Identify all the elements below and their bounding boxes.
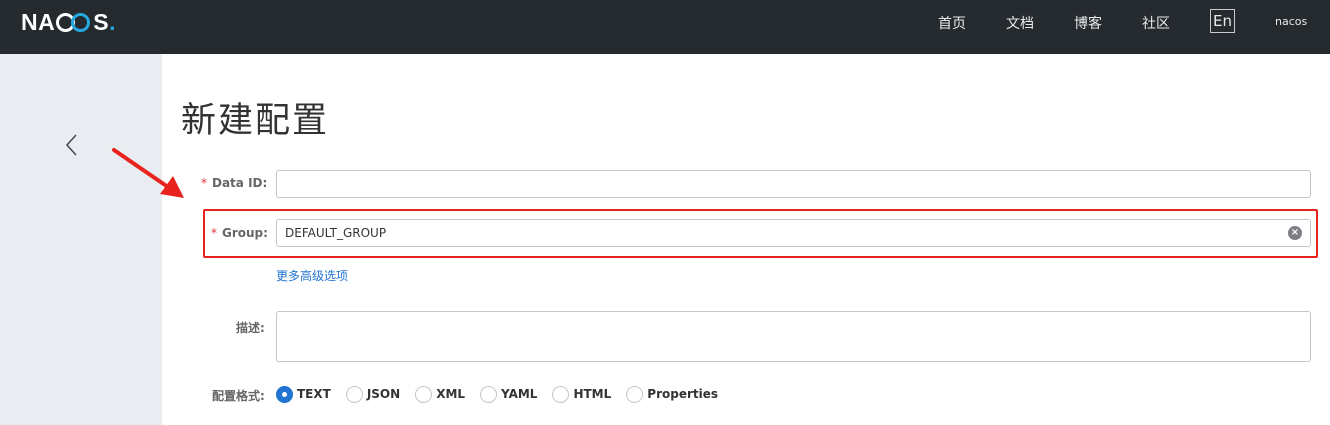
radio-unchecked-icon[interactable] — [415, 385, 433, 403]
data-id-input[interactable] — [276, 170, 1311, 198]
nav-home[interactable]: 首页 — [938, 13, 966, 33]
radio-unchecked-icon[interactable] — [626, 385, 644, 403]
format-label: 配置格式: — [212, 389, 265, 403]
advanced-options-link[interactable]: 更多高级选项 — [276, 267, 348, 284]
format-radio-properties[interactable]: Properties — [626, 385, 718, 403]
group-label: * Group: — [211, 226, 268, 240]
format-radio-group: TEXT JSON XML YAML HTML Properties — [276, 384, 733, 404]
radio-checked-icon[interactable] — [276, 385, 293, 403]
data-id-label: * Data ID: — [201, 176, 268, 190]
description-label: 描述: — [236, 321, 265, 335]
group-input-value: DEFAULT_GROUP — [285, 226, 387, 240]
format-radio-json[interactable]: JSON — [345, 385, 400, 403]
page-title: 新建配置 — [181, 101, 330, 141]
chevron-left-icon[interactable] — [62, 132, 82, 158]
format-radio-html[interactable]: HTML — [552, 385, 611, 403]
group-input[interactable]: DEFAULT_GROUP × — [276, 219, 1311, 247]
language-toggle-button[interactable]: En — [1210, 9, 1235, 33]
logo-rings-icon — [56, 12, 92, 32]
format-radio-xml[interactable]: XML — [415, 385, 465, 403]
radio-unchecked-icon[interactable] — [345, 385, 363, 403]
top-navbar: NA S . 首页 文档 博客 社区 En nacos — [0, 0, 1330, 54]
format-radio-yaml[interactable]: YAML — [480, 385, 537, 403]
nav-docs[interactable]: 文档 — [1006, 13, 1034, 33]
format-radio-text[interactable]: TEXT — [276, 385, 331, 403]
required-mark: * — [201, 176, 207, 190]
nav-community[interactable]: 社区 — [1142, 13, 1170, 33]
logo-text-left: NA — [21, 8, 56, 35]
logo-text-right: S — [93, 8, 110, 35]
radio-unchecked-icon[interactable] — [552, 385, 570, 403]
user-name[interactable]: nacos — [1275, 15, 1307, 28]
radio-unchecked-icon[interactable] — [480, 385, 498, 403]
logo-dot: . — [109, 8, 116, 35]
nacos-logo[interactable]: NA S . — [21, 8, 116, 36]
nav-blog[interactable]: 博客 — [1074, 13, 1102, 33]
description-textarea[interactable] — [276, 311, 1311, 362]
clear-circle-icon[interactable]: × — [1288, 226, 1302, 240]
required-mark: * — [211, 226, 217, 240]
sidebar — [0, 54, 162, 425]
